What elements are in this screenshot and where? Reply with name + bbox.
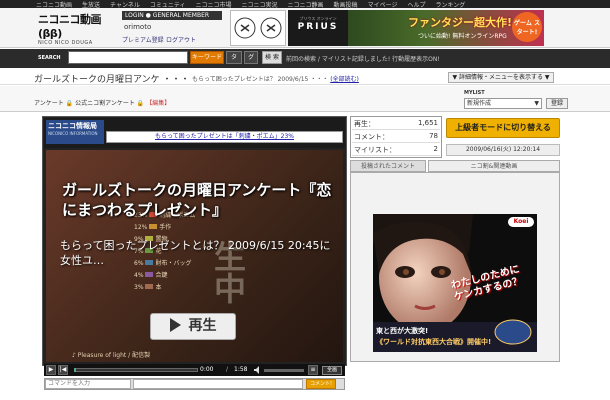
mylist-label: MYLIST	[464, 90, 485, 96]
comment-command-input[interactable]	[45, 379, 131, 389]
top-nav-item[interactable]: ニコニコ市場	[196, 0, 232, 9]
time-separator: /	[226, 366, 229, 373]
stat-mylists: マイリスト： 2	[352, 145, 440, 156]
volume-slider[interactable]	[264, 369, 304, 372]
tag-search-button[interactable]: タ	[226, 51, 242, 64]
play-icon	[169, 318, 181, 332]
comment-submit-button[interactable]: コメント!	[306, 379, 336, 389]
tab-related[interactable]: ニコ割&関連動画	[428, 160, 560, 172]
seek-progress	[74, 368, 77, 372]
search-input[interactable]	[68, 51, 188, 64]
edit-tags-link[interactable]: 【編集】	[146, 100, 170, 107]
stat-views: 再生： 1,651	[352, 119, 440, 130]
play-icon[interactable]: ▶	[46, 365, 56, 375]
lock-icon: 🔒	[136, 100, 145, 107]
username: orimoto	[124, 23, 152, 31]
koei-ad-headline: 東と西が大激突!	[376, 327, 429, 335]
top-nav-item[interactable]: ニコニコ静画	[288, 0, 324, 9]
search-submit-button[interactable]: 検 索	[262, 51, 282, 64]
video-title: ガールズトークの月曜日アンケ ・・・	[34, 75, 190, 85]
tab-comments[interactable]: 投稿されたコメント	[350, 160, 426, 172]
total-time: 1:58	[234, 366, 248, 373]
survey-row: 12% 手作	[134, 224, 172, 231]
play-button[interactable]: 再生	[150, 313, 236, 340]
koei-ad-event: 《ワールド対抗東西大合戦》開催中!	[376, 338, 492, 346]
comment-input[interactable]	[133, 379, 303, 389]
advanced-mode-button[interactable]: 上級者モードに切り替える	[446, 118, 560, 138]
video-overlay-title: ガールズトークの月曜日アンケート『恋にまつわるプレゼント』	[62, 181, 332, 219]
top-nav-item[interactable]: マイページ	[368, 0, 398, 9]
top-nav-item[interactable]: 生放送	[82, 0, 100, 9]
nico-info-logo: ニコニコ情報局 NICONICO INFORMATION	[46, 120, 104, 144]
top-nav-bar: ニコニコ動画 生放送 チャンネル コミュニティ ニコニコ市場 ニコニコ実況 ニコニコ静画 動画…	[0, 0, 610, 8]
tag-link[interactable]: 公式ニコ割アンケート	[75, 100, 135, 107]
rewind-icon[interactable]: |◀	[58, 365, 68, 375]
top-nav-item[interactable]: コミュニティ	[150, 0, 186, 9]
read-more-link[interactable]: (全部読む)	[330, 76, 359, 83]
mylist-search-button[interactable]: グ	[244, 51, 258, 64]
chevron-down-icon: ▼	[534, 100, 539, 107]
mylist-select[interactable]: 新規作成 ▼	[464, 98, 542, 109]
premium-register-link[interactable]: プレミアム登録	[122, 35, 164, 44]
seek-bar[interactable]	[74, 368, 198, 372]
login-status-tag: LOGIN ● GENERAL MEMBER	[122, 11, 222, 20]
search-label: SEARCH	[38, 55, 61, 61]
video-description: もらって困ったプレゼントは？ 2009/6/15 ・・・ (全部読む)	[192, 76, 359, 83]
mascot-image	[230, 10, 286, 46]
upload-date: 2009/06/16(火) 12:20:14	[446, 144, 560, 156]
stat-comments: コメント： 78	[352, 132, 440, 143]
survey-row: 4% 合鍵	[134, 272, 168, 279]
current-time: 0:00	[200, 366, 214, 373]
mylist-register-button[interactable]: 登録	[546, 98, 568, 109]
top-nav-item[interactable]: ニコニコ動画	[36, 0, 72, 9]
top-nav-item[interactable]: ヘルプ	[407, 0, 425, 9]
top-nav-item[interactable]: 動画投稿	[334, 0, 358, 9]
volume-icon[interactable]	[254, 366, 262, 374]
survey-row: 3% 本	[134, 284, 162, 291]
koei-logo: Koei	[508, 217, 534, 227]
tag-link[interactable]: アンケート	[34, 100, 64, 107]
site-logo[interactable]: ニコニコ動画(ββ) NICO NICO DOUGA	[38, 11, 120, 46]
fullscreen-button[interactable]: 全画	[322, 366, 342, 375]
keyword-search-button[interactable]: キーワード	[190, 51, 224, 64]
top-nav-item[interactable]: ランキング	[435, 0, 465, 9]
music-credit: ♪ Pleasure of light / 配信製	[72, 352, 151, 359]
video-overlay-subtitle: もらって困ったプレゼントとは？ 2009/6/15 20:45に女性ユ…	[60, 239, 331, 267]
top-nav-item[interactable]: ニコニコ実況	[242, 0, 278, 9]
search-history-text[interactable]: 前回の検索 / マイリスト記録しました! 行動履歴表示ON!	[286, 54, 440, 63]
top-nav-item[interactable]: チャンネル	[110, 0, 140, 9]
show-details-button[interactable]: ▼ 詳細情報・メニューを表示する ▼	[448, 72, 554, 83]
lock-icon: 🔒	[65, 100, 74, 107]
news-ticker-link[interactable]: もらって困ったプレゼントは「刺繍・ポエム」23%	[106, 131, 343, 143]
comment-toggle-icon[interactable]: ≡	[308, 365, 318, 375]
video-tags: アンケート 🔒 公式ニコ割アンケート 🔒 【編集】	[34, 98, 170, 107]
logout-link[interactable]: ログアウト	[166, 35, 196, 44]
game-start-button[interactable]: ゲーム スタート!	[512, 12, 542, 42]
prius-ad-banner[interactable]: プリウス オンライン PRIUS	[288, 10, 348, 46]
